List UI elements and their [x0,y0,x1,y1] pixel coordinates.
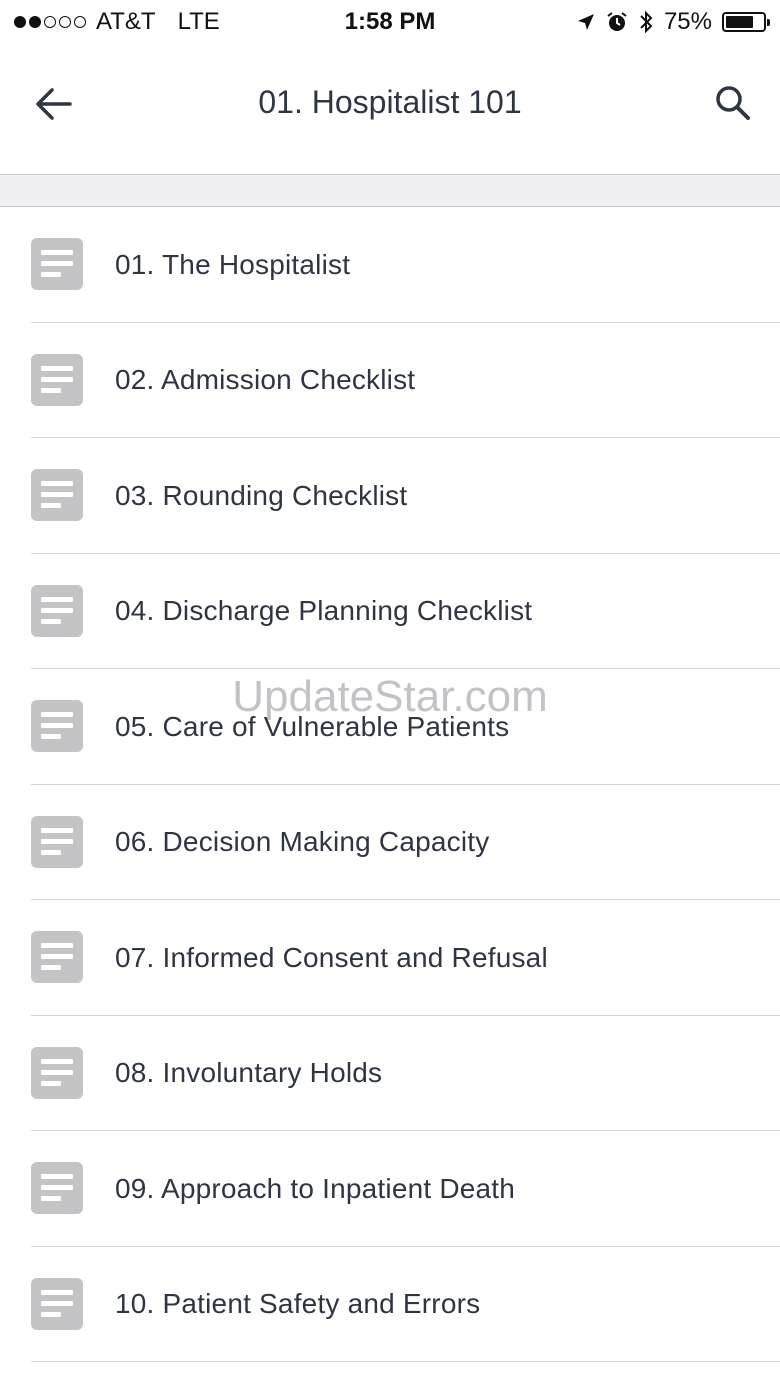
document-icon-line [41,618,61,624]
document-icon-line [41,596,73,602]
document-icon-line [41,272,61,277]
document-icon-line [41,943,73,948]
bluetooth-icon [640,10,653,34]
document-icon [31,1277,83,1330]
list-item[interactable]: 02. Admission Checklist [0,323,780,439]
list-item[interactable]: 04. Discharge Planning Checklist [0,554,780,670]
battery-icon [722,12,770,32]
document-icon [31,815,83,868]
list-item-label: 08. Involuntary Holds [115,1057,383,1089]
chapter-list: 01. The Hospitalist 02. Admission Checkli… [0,207,780,1362]
document-icon-line [41,1069,73,1075]
document-icon-line [41,1300,73,1306]
list-item[interactable]: 10. Patient Safety and Errors [0,1247,780,1363]
battery-fill [726,16,753,28]
document-icon-line [41,1196,61,1201]
document-icon-line [41,712,73,717]
list-item[interactable]: 08. Involuntary Holds [0,1016,780,1132]
document-icon-line [41,849,61,855]
document-icon [31,1162,83,1214]
list-item-label: 05. Care of Vulnerable Patients [115,710,510,742]
battery-percent: 75% [663,8,712,35]
document-icon-line [41,492,73,497]
document-icon-line [41,1174,73,1179]
alarm-icon [607,12,627,31]
document-icon-line [41,261,73,266]
document-icon [31,1046,83,1099]
list-item-label: 02. Admission Checklist [115,364,416,396]
document-icon [31,353,83,406]
list-item-label: 09. Approach to Inpatient Death [115,1172,516,1204]
list-item[interactable]: 09. Approach to Inpatient Death [0,1131,780,1247]
list-item-label: 04. Discharge Planning Checklist [115,595,533,627]
list-item-label: 07. Informed Consent and Refusal [115,941,548,973]
document-icon [31,700,83,752]
document-icon-line [41,723,73,728]
document-icon-line [41,376,73,382]
document-icon-line [41,734,61,739]
list-item[interactable]: 03. Rounding Checklist [0,438,780,554]
navigation-bar: 01. Hospitalist 101 [0,44,780,175]
document-icon-line [41,1311,61,1317]
document-icon-line [41,827,73,833]
document-icon [31,238,83,290]
search-icon [716,86,750,120]
page-title: 01. Hospitalist 101 [258,84,522,120]
document-icon-line [41,954,73,959]
list-item-label: 03. Rounding Checklist [115,479,408,511]
section-spacer [0,175,780,207]
list-item-label: 01. The Hospitalist [115,248,351,280]
document-icon-line [41,365,73,371]
list-item-label: 06. Decision Making Capacity [115,826,490,858]
document-icon-line [41,503,61,508]
search-button[interactable] [712,82,754,124]
status-right: 75% [576,8,770,36]
document-icon-line [41,1058,73,1064]
document-icon [31,584,83,637]
document-icon [31,931,83,983]
document-icon-line [41,481,73,486]
document-icon-line [41,1080,61,1086]
document-icon [31,469,83,521]
document-icon-line [41,1289,73,1295]
status-bar: AT&T LTE 1:58 PM 75% [0,0,780,44]
document-icon-line [41,838,73,844]
document-icon-line [41,965,61,970]
list-item[interactable]: 07. Informed Consent and Refusal [0,900,780,1016]
list-item-label: 10. Patient Safety and Errors [115,1288,481,1320]
document-icon-line [41,1185,73,1190]
list-item[interactable]: 06. Decision Making Capacity [0,785,780,901]
location-arrow-icon [577,14,594,30]
list-item[interactable]: 01. The Hospitalist [0,207,780,323]
document-icon-line [41,387,61,393]
list-item[interactable]: 05. Care of Vulnerable Patients [0,669,780,785]
document-icon-line [41,607,73,613]
document-icon-line [41,250,73,255]
